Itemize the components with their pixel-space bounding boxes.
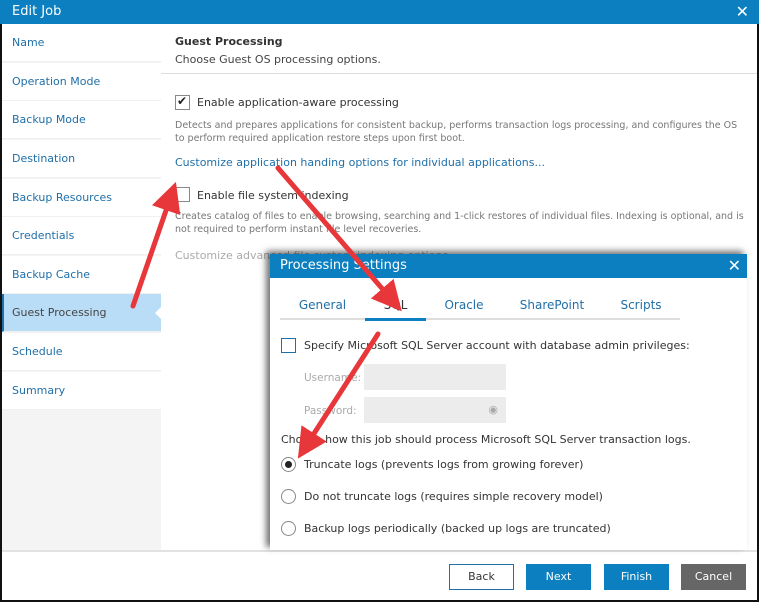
show-password-icon[interactable]: ◉ — [488, 403, 498, 416]
username-input[interactable] — [364, 364, 506, 390]
app-aware-description: Detects and prepares applications for co… — [175, 120, 738, 144]
tab-sql[interactable]: SQL — [365, 294, 426, 321]
dialog-title: Processing Settings — [280, 258, 407, 273]
indexing-description: Creates catalog of files to enable brows… — [175, 211, 744, 235]
sidebar-item-backup-mode[interactable]: Backup Mode — [2, 101, 161, 139]
sql-account-checkbox[interactable] — [281, 338, 296, 353]
indexing-label: Enable file system indexing — [197, 189, 349, 202]
window-titlebar: Edit Job ✕ — [0, 0, 759, 24]
logs-prompt: Choose how this job should process Micro… — [281, 433, 691, 446]
wizard-footer: Back Next Finish Cancel — [2, 552, 757, 600]
sidebar-item-name[interactable]: Name — [2, 24, 161, 62]
next-button[interactable]: Next — [526, 564, 591, 590]
sidebar-item-label: Backup Resources — [12, 191, 112, 204]
backup-logs-label: Backup logs periodically (backed up logs… — [304, 522, 611, 535]
header-divider — [161, 73, 757, 74]
sidebar-item-credentials[interactable]: Credentials — [2, 217, 161, 255]
sidebar-item-label: Destination — [12, 152, 76, 165]
app-aware-checkbox[interactable] — [175, 94, 190, 110]
cancel-button[interactable]: Cancel — [681, 564, 746, 590]
tab-sharepoint[interactable]: SharePoint — [502, 294, 602, 320]
dialog-titlebar: Processing Settings ✕ — [270, 254, 747, 278]
do-not-truncate-label: Do not truncate logs (requires simple re… — [304, 490, 603, 503]
sidebar-item-label: Summary — [12, 384, 66, 397]
page-subtitle: Choose Guest OS processing options. — [175, 53, 381, 66]
tab-general[interactable]: General — [280, 294, 365, 320]
sidebar-item-summary[interactable]: Summary — [2, 372, 161, 410]
finish-button[interactable]: Finish — [604, 564, 669, 590]
truncate-logs-radio[interactable] — [281, 457, 296, 472]
sidebar-item-backup-resources[interactable]: Backup Resources — [2, 179, 161, 217]
customize-applications-link[interactable]: Customize application handing options fo… — [175, 156, 545, 169]
username-label: Username: — [304, 372, 362, 384]
sidebar-item-operation-mode[interactable]: Operation Mode — [2, 63, 161, 101]
sidebar-item-label: Guest Processing — [12, 306, 107, 319]
wizard-sidebar: Name Operation Mode Backup Mode Destinat… — [2, 24, 161, 550]
close-icon[interactable]: ✕ — [728, 256, 741, 275]
close-icon[interactable]: ✕ — [736, 2, 749, 21]
tab-oracle[interactable]: Oracle — [426, 294, 502, 320]
password-label: Password: — [304, 405, 357, 417]
sidebar-item-label: Backup Mode — [12, 113, 86, 126]
processing-settings-dialog: Processing Settings ✕ General SQL Oracle… — [270, 254, 747, 550]
dialog-tabs: General SQL Oracle SharePoint Scripts — [280, 294, 680, 321]
truncate-logs-label: Truncate logs (prevents logs from growin… — [304, 458, 584, 471]
backup-logs-radio[interactable] — [281, 521, 296, 536]
sql-account-label: Specify Microsoft SQL Server account wit… — [304, 339, 690, 352]
indexing-checkbox[interactable] — [175, 187, 190, 202]
sidebar-item-backup-cache[interactable]: Backup Cache — [2, 256, 161, 294]
sidebar-item-schedule[interactable]: Schedule — [2, 333, 161, 371]
page-title: Guest Processing — [175, 35, 283, 48]
tab-scripts[interactable]: Scripts — [602, 294, 680, 320]
window-title: Edit Job — [12, 4, 62, 19]
sidebar-item-label: Credentials — [12, 229, 75, 242]
back-button[interactable]: Back — [449, 564, 514, 590]
do-not-truncate-radio[interactable] — [281, 489, 296, 504]
sidebar-item-guest-processing[interactable]: Guest Processing — [2, 294, 161, 332]
password-input[interactable]: ◉ — [364, 397, 506, 423]
sidebar-item-destination[interactable]: Destination — [2, 140, 161, 178]
sidebar-item-label: Schedule — [12, 345, 63, 358]
sidebar-item-label: Backup Cache — [12, 268, 91, 281]
sidebar-item-label: Operation Mode — [12, 75, 101, 88]
app-aware-label: Enable application-aware processing — [197, 96, 399, 109]
sidebar-item-label: Name — [12, 36, 45, 49]
